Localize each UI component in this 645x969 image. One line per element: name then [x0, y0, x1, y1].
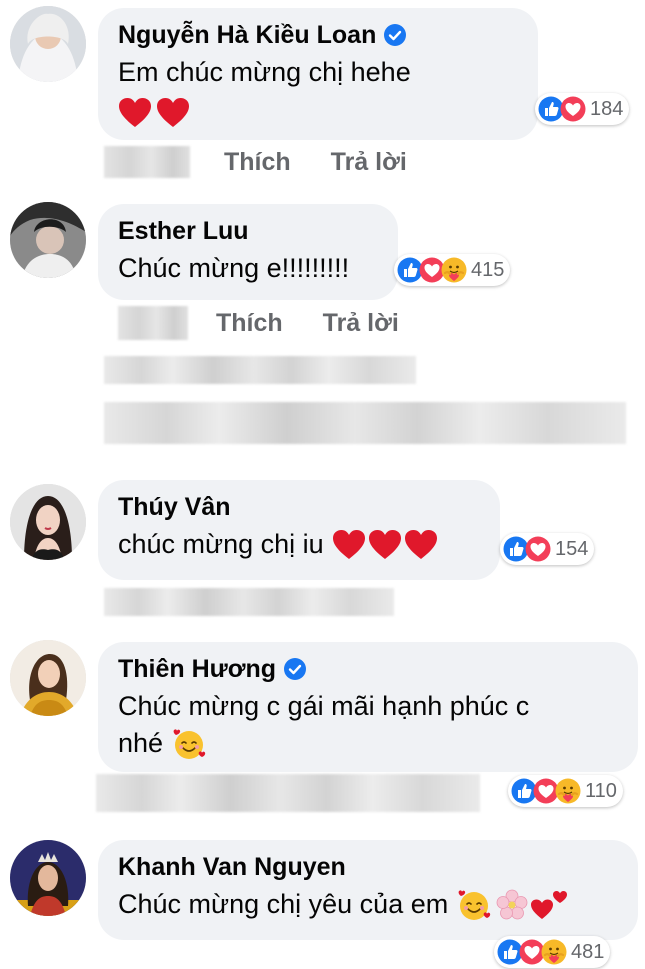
comment-author[interactable]: Khanh Van Nguyen: [118, 852, 346, 882]
comment-bubble: Esther Luu Chúc mừng e!!!!!!!!!: [98, 204, 398, 300]
comment-item: Esther Luu Chúc mừng e!!!!!!!!! 415 Thíc…: [0, 196, 645, 366]
reply-action-button[interactable]: Trả lời: [331, 148, 407, 177]
red-heart-emoji-icon: [119, 98, 151, 127]
reaction-count: 415: [471, 258, 505, 281]
blurred-content: [104, 402, 626, 444]
care-reaction-icon: [541, 939, 567, 965]
avatar[interactable]: [10, 640, 86, 716]
love-reaction-icon: [525, 536, 551, 562]
blurred-timestamp: [118, 306, 188, 340]
reaction-summary[interactable]: 184: [535, 93, 630, 125]
comment-bubble: Khanh Van Nguyen Chúc mừng chị yêu của e…: [98, 840, 638, 940]
comment-item: Nguyễn Hà Kiều Loan Em chúc mừng chị heh…: [0, 0, 645, 190]
red-heart-emoji-icon: [404, 529, 437, 559]
two-hearts-emoji-icon: [531, 890, 568, 919]
comment-text-row: Chúc mừng chị yêu của em: [118, 886, 618, 923]
comment-item: Khanh Van Nguyen Chúc mừng chị yêu của e…: [0, 836, 645, 969]
love-reaction-icon: [560, 96, 586, 122]
care-reaction-icon: [441, 257, 467, 283]
comment-bubble: Nguyễn Hà Kiều Loan Em chúc mừng chị heh…: [98, 8, 538, 140]
comment-text: Chúc mừng e!!!!!!!!!: [118, 253, 350, 283]
reply-action-button[interactable]: Trả lời: [323, 309, 399, 338]
avatar[interactable]: [10, 840, 86, 916]
comment-author[interactable]: Thúy Vân: [118, 492, 231, 522]
reaction-summary[interactable]: 110: [508, 775, 623, 807]
blurred-timestamp: [104, 146, 190, 178]
reaction-count: 154: [555, 537, 589, 560]
comment-author[interactable]: Esther Luu: [118, 216, 249, 246]
comment-text: Chúc mừng c gái mãi hạnh phúc c: [118, 691, 530, 721]
comment-text: nhé: [118, 728, 164, 758]
comment-actions: Thích Trả lời: [104, 146, 407, 178]
like-action-button[interactable]: Thích: [216, 309, 283, 338]
comment-bubble: Thiên Hương Chúc mừng c gái mãi hạnh phú…: [98, 642, 638, 772]
verified-badge-icon: [284, 658, 307, 680]
comment-item: Thiên Hương Chúc mừng c gái mãi hạnh phú…: [0, 640, 645, 820]
comment-text: Chúc mừng chị yêu của em: [118, 889, 449, 919]
comment-text-row: nhé: [118, 725, 618, 762]
reaction-summary[interactable]: 154: [500, 533, 595, 565]
blurred-timestamp: [96, 774, 480, 812]
blurred-timestamp: [104, 588, 394, 616]
reaction-count: 184: [590, 97, 624, 120]
smiling-face-with-hearts-emoji-icon: [173, 728, 206, 759]
comment-item: Thúy Vân chúc mừng chị iu 154: [0, 478, 645, 623]
care-reaction-icon: [555, 778, 581, 804]
reaction-count: 110: [585, 779, 617, 802]
blurred-content: [104, 356, 416, 384]
avatar[interactable]: [10, 6, 86, 82]
comment-author[interactable]: Thiên Hương: [118, 654, 276, 684]
avatar[interactable]: [10, 484, 86, 560]
comment-author[interactable]: Nguyễn Hà Kiều Loan: [118, 20, 376, 50]
comment-actions: Thích Trả lời: [118, 306, 399, 340]
comment-bubble: Thúy Vân chúc mừng chị iu: [98, 480, 500, 580]
avatar[interactable]: [10, 202, 86, 278]
smiling-face-with-hearts-emoji-icon: [458, 889, 491, 920]
red-heart-emoji-icon: [332, 529, 365, 559]
reaction-summary[interactable]: 481: [494, 936, 611, 968]
like-action-button[interactable]: Thích: [224, 148, 291, 177]
comment-text: Em chúc mừng chị hehe: [118, 57, 411, 87]
reaction-count: 481: [571, 940, 605, 963]
comment-text-row: chúc mừng chị iu: [118, 526, 480, 563]
comment-text: chúc mừng chị iu: [118, 529, 324, 559]
verified-badge-icon: [384, 24, 407, 46]
red-heart-emoji-icon: [157, 98, 190, 127]
reaction-summary[interactable]: 415: [394, 254, 511, 286]
cherry-blossom-emoji-icon: [496, 889, 528, 919]
red-heart-emoji-icon: [368, 529, 401, 559]
